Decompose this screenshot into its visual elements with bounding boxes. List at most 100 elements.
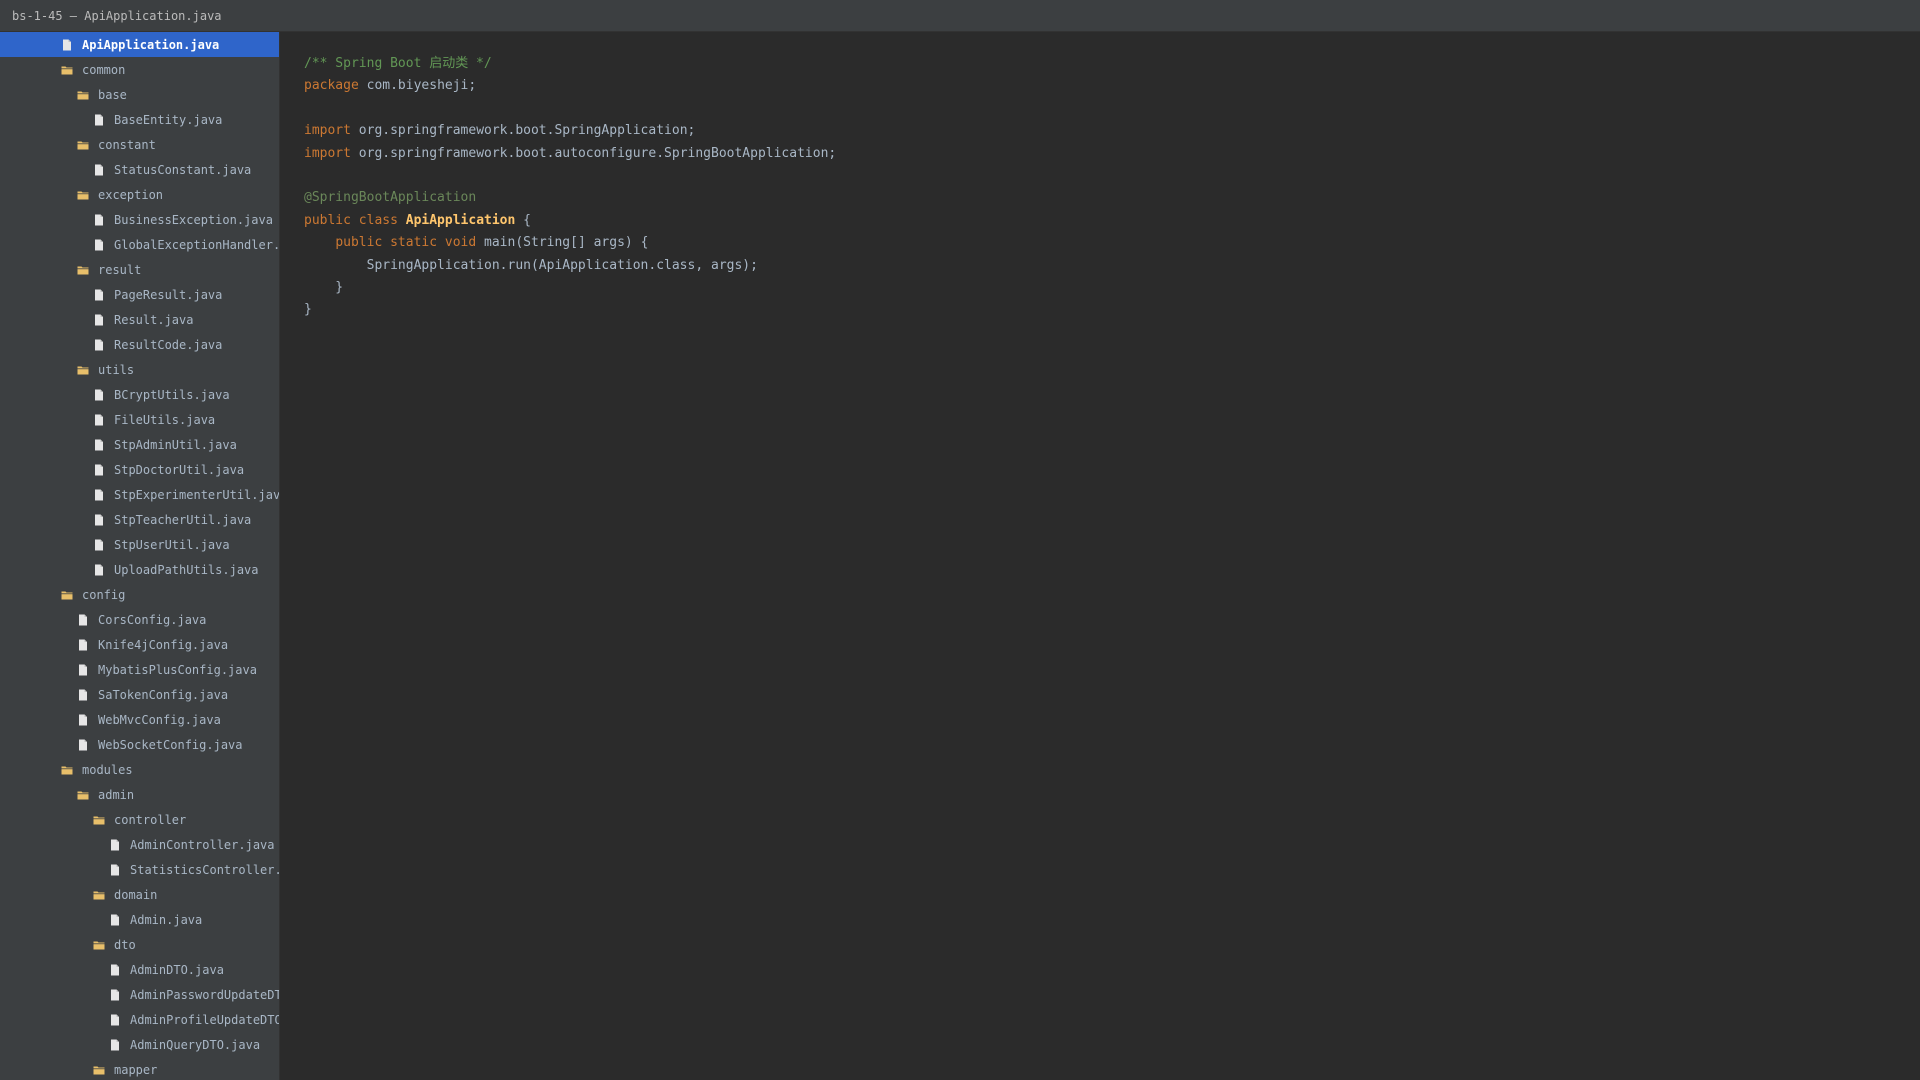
tree-item-label: ApiApplication.java (82, 37, 220, 52)
tree-file[interactable]: StpDoctorUtil.java (0, 457, 279, 482)
folder-icon (77, 89, 89, 101)
tree-folder[interactable]: constant (0, 132, 279, 157)
tree-file[interactable]: ResultCode.java (0, 332, 279, 357)
file-icon (109, 864, 121, 876)
tree-item-label: StpAdminUtil.java (114, 437, 237, 452)
file-icon (93, 289, 105, 301)
tree-file[interactable]: FileUtils.java (0, 407, 279, 432)
tree-folder[interactable]: dto (0, 932, 279, 957)
code-token-plain: com.biyesheji; (358, 78, 477, 94)
folder-icon (77, 139, 89, 151)
code-token-plain: org.springframework.boot.autoconfigure.S… (350, 145, 837, 161)
file-icon (93, 489, 105, 501)
tree-folder[interactable]: base (0, 82, 279, 107)
tree-item-label: Admin.java (130, 912, 203, 927)
tree-file[interactable]: Admin.java (0, 907, 279, 932)
tree-file[interactable]: Knife4jConfig.java (0, 632, 279, 657)
file-icon (93, 464, 105, 476)
code-editor[interactable]: /** Spring Boot 启动类 */ package com.biyesh… (280, 32, 1920, 1080)
tree-file[interactable]: MybatisPlusConfig.java (0, 657, 279, 682)
file-icon (93, 164, 105, 176)
file-icon (77, 664, 89, 676)
tree-file[interactable]: BCryptUtils.java (0, 382, 279, 407)
file-icon (93, 389, 105, 401)
tree-item-label: AdminController.java (130, 837, 275, 852)
file-icon (93, 514, 105, 526)
tree-file[interactable]: AdminQueryDTO.java (0, 1032, 279, 1057)
tree-file[interactable]: WebMvcConfig.java (0, 707, 279, 732)
project-tree[interactable]: ApiApplication.java common base BaseEntity.… (0, 32, 280, 1080)
code-token-keyword: import (304, 123, 351, 139)
tree-item-label: common (82, 62, 126, 77)
tree-item-label: dto (114, 937, 136, 952)
folder-icon (77, 189, 89, 201)
folder-icon (61, 764, 73, 776)
tree-item-label: FileUtils.java (114, 412, 216, 427)
tree-item-label: config (82, 587, 126, 602)
tree-folder[interactable]: controller (0, 807, 279, 832)
folder-icon (93, 814, 105, 826)
tree-item-label: AdminDTO.java (130, 962, 224, 977)
tree-folder[interactable]: common (0, 57, 279, 82)
tree-file[interactable]: AdminDTO.java (0, 957, 279, 982)
tree-file[interactable]: Result.java (0, 307, 279, 332)
tree-file[interactable]: StatusConstant.java (0, 157, 279, 182)
code-token-plain: org.springframework.boot.SpringApplicati… (350, 123, 696, 139)
tree-item-label: Knife4jConfig.java (98, 637, 229, 652)
code-line: package com.biyesheji; (304, 75, 836, 97)
tree-item-label: Result.java (114, 312, 194, 327)
tree-file[interactable]: GlobalExceptionHandler.java (0, 232, 279, 257)
tree-folder[interactable]: mapper (0, 1057, 279, 1080)
tree-file[interactable]: WebSocketConfig.java (0, 732, 279, 757)
tree-file[interactable]: StpUserUtil.java (0, 532, 279, 557)
project-tree-list: ApiApplication.java common base BaseEntity.… (0, 32, 279, 1080)
tree-file[interactable]: AdminPasswordUpdateDTO.java (0, 982, 279, 1007)
file-icon (93, 564, 105, 576)
file-icon (77, 689, 89, 701)
code-token-comment: /** Spring Boot 启动类 */ (304, 56, 492, 71)
tree-file[interactable]: AdminController.java (0, 832, 279, 857)
tree-item-label: UploadPathUtils.java (114, 562, 259, 577)
tree-folder[interactable]: admin (0, 782, 279, 807)
tree-item-label: BCryptUtils.java (114, 387, 230, 402)
file-icon (109, 1039, 121, 1051)
tree-item-label: ResultCode.java (114, 337, 223, 352)
code-content[interactable]: /** Spring Boot 启动类 */ package com.biyesh… (304, 53, 836, 322)
code-line: @SpringBootApplication (304, 187, 836, 209)
tree-item-label: utils (98, 362, 135, 377)
tree-item-label: CorsConfig.java (98, 612, 207, 627)
tree-item-label: PageResult.java (114, 287, 223, 302)
folder-icon (61, 589, 73, 601)
tree-file[interactable]: SaTokenConfig.java (0, 682, 279, 707)
tree-file[interactable]: AdminProfileUpdateDTO.java (0, 1007, 279, 1032)
tree-folder[interactable]: exception (0, 182, 279, 207)
code-line: import org.springframework.boot.SpringAp… (304, 120, 836, 142)
tree-folder[interactable]: config (0, 582, 279, 607)
tree-item-label: WebSocketConfig.java (98, 737, 243, 752)
tree-file[interactable]: BusinessException.java (0, 207, 279, 232)
folder-icon (93, 1064, 105, 1076)
tree-file[interactable]: ApiApplication.java (0, 32, 279, 57)
tree-folder[interactable]: modules (0, 757, 279, 782)
code-token-classname: ApiApplication (405, 212, 516, 228)
file-icon (109, 914, 121, 926)
tree-item-label: constant (98, 137, 156, 152)
file-icon (109, 964, 121, 976)
tree-folder[interactable]: result (0, 257, 279, 282)
tree-item-label: controller (114, 812, 187, 827)
tree-file[interactable]: BaseEntity.java (0, 107, 279, 132)
code-token-plain: { (515, 212, 531, 228)
code-line: import org.springframework.boot.autoconf… (304, 143, 836, 165)
tree-file[interactable]: CorsConfig.java (0, 607, 279, 632)
tree-file[interactable]: StpExperimenterUtil.java (0, 482, 279, 507)
tree-file[interactable]: StpTeacherUtil.java (0, 507, 279, 532)
tree-item-label: exception (98, 187, 164, 202)
tree-folder[interactable]: domain (0, 882, 279, 907)
tree-file[interactable]: UploadPathUtils.java (0, 557, 279, 582)
file-icon (93, 339, 105, 351)
tree-folder[interactable]: utils (0, 357, 279, 382)
tree-file[interactable]: StatisticsController.java (0, 857, 279, 882)
tree-file[interactable]: StpAdminUtil.java (0, 432, 279, 457)
tree-file[interactable]: PageResult.java (0, 282, 279, 307)
